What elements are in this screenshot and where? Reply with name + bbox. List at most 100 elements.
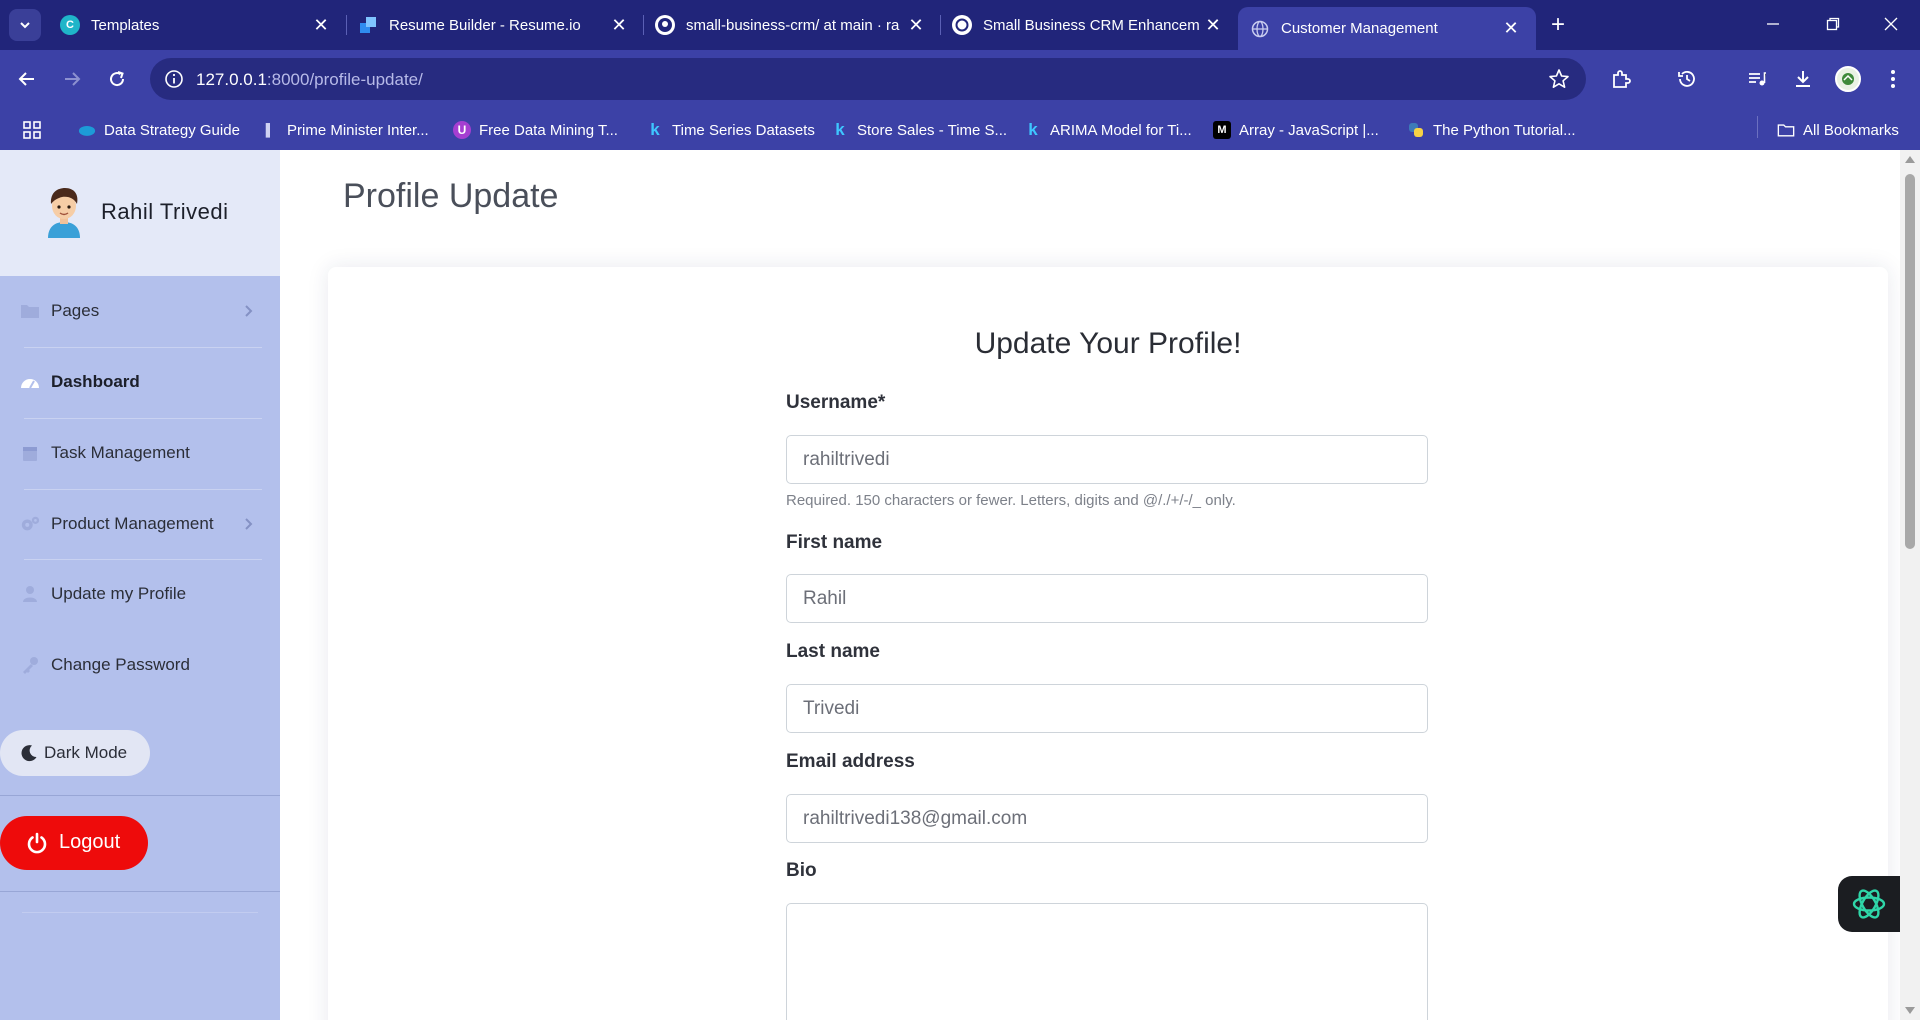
first-name-field[interactable]: Rahil [786, 574, 1428, 623]
new-tab-button[interactable]: + [1543, 10, 1573, 40]
moon-icon [21, 745, 37, 762]
last-name-label: Last name [786, 641, 880, 662]
forward-button[interactable] [57, 64, 87, 94]
reload-icon [110, 71, 125, 87]
close-tab-icon[interactable]: ✕ [308, 12, 334, 38]
kaggle-icon: k [835, 120, 845, 139]
github-icon [655, 15, 675, 35]
scroll-down-arrow-icon[interactable] [1905, 1007, 1915, 1014]
arrow-right-icon [65, 72, 81, 86]
sidebar-item-label: Product Management [51, 514, 214, 533]
all-bookmarks-button[interactable]: All Bookmarks [1777, 119, 1899, 141]
back-button[interactable] [12, 64, 42, 94]
chevron-right-icon [245, 518, 253, 530]
chatgpt-assistant-button[interactable] [1838, 876, 1900, 932]
site-info-icon[interactable] [164, 69, 184, 89]
canva-icon: C [60, 15, 80, 35]
username-field[interactable]: rahiltrivedi [786, 435, 1428, 484]
apps-button[interactable] [22, 119, 42, 141]
scrollbar-thumb[interactable] [1905, 174, 1915, 549]
tab-title: Customer Management [1281, 20, 1438, 37]
dark-mode-toggle[interactable]: Dark Mode [0, 730, 150, 776]
minimize-window-button[interactable] [1753, 8, 1793, 40]
datamining-icon: U [453, 121, 471, 139]
sidebar-divider [0, 891, 280, 892]
sidebar-item-label: Pages [51, 301, 100, 320]
close-tab-icon[interactable]: ✕ [1200, 12, 1226, 38]
bookmark-item[interactable]: The Python Tutorial... [1407, 119, 1576, 141]
username-help-text: Required. 150 characters or fewer. Lette… [786, 492, 1236, 509]
page-bars-icon: ▌ [265, 123, 275, 137]
avatar [48, 188, 80, 238]
sidebar-item-task-management[interactable]: Task Management [0, 418, 280, 488]
sidebar-item-dashboard[interactable]: Dashboard [0, 347, 280, 417]
bookmark-item[interactable]: k Time Series Datasets [646, 119, 815, 141]
close-icon [1884, 17, 1898, 31]
profile-avatar-button[interactable] [1835, 66, 1861, 92]
bio-label: Bio [786, 860, 817, 881]
bookmark-star-icon[interactable] [1548, 68, 1570, 90]
logout-button[interactable]: Logout [0, 816, 148, 870]
folder-icon [1777, 121, 1795, 139]
sidebar-item-change-password[interactable]: Change Password [0, 630, 280, 700]
restore-icon [1826, 17, 1840, 31]
sidebar-item-label: Change Password [51, 655, 190, 674]
mdn-icon: M [1213, 121, 1231, 139]
browser-tab-github[interactable]: small-business-crm/ at main · ra ✕ [643, 7, 941, 43]
history-icon [1678, 71, 1695, 87]
bookmark-item[interactable]: U Free Data Mining T... [453, 119, 618, 141]
puzzle-icon [1613, 70, 1631, 88]
resumeio-icon [358, 15, 378, 35]
browser-toolbar: 127.0.0.1:8000/profile-update/ [0, 50, 1920, 108]
browser-tab-templates[interactable]: C Templates ✕ [48, 7, 346, 43]
browser-menu-button[interactable] [1880, 66, 1906, 92]
media-control-button[interactable] [1744, 66, 1770, 92]
tab-title: small-business-crm/ at main · ra [686, 16, 900, 34]
close-tab-icon[interactable]: ✕ [903, 12, 929, 38]
apps-grid-icon [23, 121, 41, 139]
bookmark-label: ARIMA Model for Ti... [1050, 121, 1192, 139]
bookmark-item[interactable]: k ARIMA Model for Ti... [1024, 119, 1192, 141]
download-icon [1796, 71, 1810, 87]
browser-tab-customer-management[interactable]: Customer Management ✕ [1238, 7, 1536, 50]
playlist-icon [1749, 72, 1766, 86]
sidebar-item-product-management[interactable]: Product Management [0, 489, 280, 559]
openai-icon [1852, 889, 1886, 919]
bio-textarea[interactable] [786, 903, 1428, 1020]
tab-title: Resume Builder - Resume.io [389, 16, 581, 34]
close-tab-icon[interactable]: ✕ [1498, 16, 1524, 42]
arrow-left-icon [18, 72, 34, 86]
bookmark-label: Array - JavaScript |... [1239, 121, 1379, 139]
close-window-button[interactable] [1871, 8, 1911, 40]
power-icon [27, 832, 47, 854]
extensions-button[interactable] [1608, 66, 1634, 92]
email-field[interactable]: rahiltrivedi138@gmail.com [786, 794, 1428, 843]
salesforce-cloud-icon [78, 121, 96, 139]
restore-window-button[interactable] [1813, 8, 1853, 40]
close-tab-icon[interactable]: ✕ [606, 12, 632, 38]
reload-button[interactable] [102, 64, 132, 94]
python-icon [1407, 121, 1425, 139]
downloads-button[interactable] [1790, 66, 1816, 92]
history-button[interactable] [1674, 66, 1700, 92]
bookmark-item[interactable]: Data Strategy Guide [78, 119, 240, 141]
key-icon [20, 655, 40, 675]
browser-tab-chatgpt[interactable]: Small Business CRM Enhanceme ✕ [940, 7, 1238, 43]
first-name-label: First name [786, 532, 883, 553]
sidebar-user-header: Rahil Trivedi [0, 150, 280, 276]
browser-tab-resumeio[interactable]: Resume Builder - Resume.io ✕ [346, 7, 644, 43]
page-scrollbar[interactable] [1900, 150, 1920, 1020]
kaggle-icon: k [650, 120, 660, 139]
sidebar-item-pages[interactable]: Pages [0, 276, 280, 346]
tab-search-button[interactable] [9, 9, 41, 41]
scroll-up-arrow-icon[interactable] [1905, 156, 1915, 163]
globe-icon [1250, 19, 1270, 39]
bookmark-item[interactable]: k Store Sales - Time S... [831, 119, 1007, 141]
email-label: Email address [786, 751, 915, 772]
bookmark-item[interactable]: M Array - JavaScript |... [1213, 119, 1379, 141]
address-bar[interactable]: 127.0.0.1:8000/profile-update/ [150, 58, 1586, 100]
calendar-icon [20, 443, 40, 463]
sidebar-item-update-profile[interactable]: Update my Profile [0, 559, 280, 629]
bookmark-item[interactable]: ▌ Prime Minister Inter... [261, 119, 429, 141]
last-name-field[interactable]: Trivedi [786, 684, 1428, 733]
